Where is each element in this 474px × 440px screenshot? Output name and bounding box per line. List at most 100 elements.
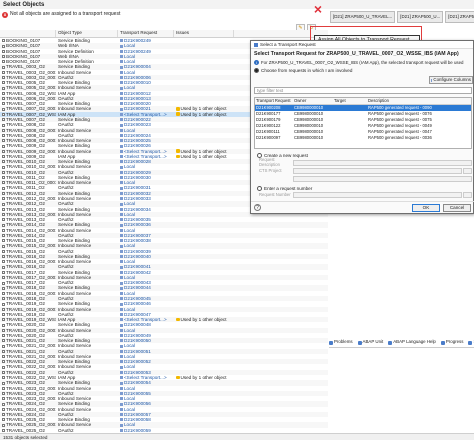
row-checkbox[interactable] [2, 144, 5, 148]
transport-request[interactable]: Local [124, 70, 135, 75]
row-checkbox[interactable] [2, 376, 5, 380]
row-checkbox[interactable] [2, 297, 5, 301]
transport-request[interactable]: Local [124, 43, 135, 48]
row-checkbox[interactable] [2, 149, 5, 153]
row-checkbox[interactable] [2, 270, 5, 274]
transport-request[interactable]: Local [124, 201, 135, 206]
transport-request[interactable]: Local [124, 343, 135, 348]
editor-tab[interactable]: [D21] ZRAP500_U_... [445, 11, 474, 23]
col-issues[interactable]: Issues [174, 30, 234, 37]
row-checkbox[interactable] [2, 81, 5, 85]
browse-number-button[interactable] [463, 192, 472, 198]
row-checkbox[interactable] [2, 49, 5, 53]
transport-request[interactable]: D21K900041 [124, 264, 151, 269]
configure-columns-button[interactable]: Configure Columns [429, 76, 473, 84]
transport-request[interactable]: Local [124, 422, 135, 427]
row-checkbox[interactable] [2, 165, 5, 169]
transport-request[interactable]: D21K900050 [124, 338, 151, 343]
row-checkbox[interactable] [2, 160, 5, 164]
view-tab[interactable]: ABAP Language Help [388, 339, 436, 345]
editor-tab[interactable]: [D21] ZRAP500_U_TRAVEL... [330, 11, 396, 23]
transport-request[interactable]: D21K900031 [124, 185, 151, 190]
transport-request[interactable]: D21K900053 [124, 370, 151, 375]
row-checkbox[interactable] [2, 39, 5, 43]
transport-request[interactable]: Local [124, 59, 135, 64]
row-checkbox[interactable] [2, 413, 5, 417]
row-checkbox[interactable] [2, 365, 5, 369]
row-checkbox[interactable] [2, 65, 5, 69]
row-checkbox[interactable] [2, 239, 5, 243]
row-checkbox[interactable] [2, 128, 5, 132]
transport-request[interactable]: D21K900048 [124, 322, 151, 327]
transport-request[interactable]: D21K900004 [124, 64, 151, 69]
transport-request[interactable]: D21K900013 [124, 96, 151, 101]
option-choose-request[interactable]: Choose from requests in which I am invol… [251, 67, 473, 74]
close-icon[interactable]: × [312, 2, 324, 16]
transport-request[interactable]: Local [124, 275, 135, 280]
transport-request[interactable]: D21K900026 [124, 143, 151, 148]
transport-request[interactable]: D21K900029 [124, 170, 151, 175]
transport-request[interactable]: D21K900057 [124, 412, 151, 417]
row-checkbox[interactable] [2, 139, 5, 143]
row-checkbox[interactable] [2, 360, 5, 364]
row-checkbox[interactable] [2, 170, 5, 174]
transport-request[interactable]: <Select Transport...> [124, 112, 167, 117]
transport-request[interactable]: D21K900022 [124, 117, 151, 122]
row-checkbox[interactable] [2, 334, 5, 338]
col-object-type[interactable]: Object Type [56, 30, 118, 37]
row-checkbox[interactable] [2, 228, 5, 232]
transport-request[interactable]: D21K900039 [124, 249, 151, 254]
transport-request[interactable]: D21K900046 [124, 301, 151, 306]
row-checkbox[interactable] [2, 328, 5, 332]
request-row[interactable]: D21K900097 CB9980000010 RAP500 generated r… [255, 135, 471, 141]
transport-request[interactable]: Local [124, 85, 135, 90]
transport-request[interactable]: Local [124, 364, 135, 369]
row-checkbox[interactable] [2, 392, 5, 396]
transport-request[interactable]: D21K900040 [124, 254, 151, 259]
row-checkbox[interactable] [2, 91, 5, 95]
col-name[interactable] [0, 30, 56, 37]
transport-request[interactable]: D21K900028 [124, 159, 151, 164]
row-checkbox[interactable] [2, 249, 5, 253]
transport-request[interactable]: D21K900038 [124, 238, 151, 243]
row-checkbox[interactable] [2, 107, 5, 111]
row-checkbox[interactable] [2, 286, 5, 290]
transport-request[interactable]: D21K900037 [124, 233, 151, 238]
row-checkbox[interactable] [2, 349, 5, 353]
row-checkbox[interactable] [2, 307, 5, 311]
editor-tab[interactable]: [D21] ZRAP500_U... [397, 11, 444, 23]
row-checkbox[interactable] [2, 244, 5, 248]
ok-button[interactable]: OK [412, 203, 440, 212]
row-checkbox[interactable] [2, 191, 5, 195]
row-checkbox[interactable] [2, 207, 5, 211]
row-checkbox[interactable] [2, 181, 5, 185]
row-checkbox[interactable] [2, 223, 5, 227]
row-checkbox[interactable] [2, 76, 5, 80]
row-checkbox[interactable] [2, 292, 5, 296]
row-checkbox[interactable] [2, 218, 5, 222]
row-checkbox[interactable] [2, 302, 5, 306]
transport-request[interactable]: Local [124, 328, 135, 333]
help-icon[interactable]: ? [254, 204, 261, 211]
row-checkbox[interactable] [2, 134, 5, 138]
transport-request[interactable]: Local [124, 180, 135, 185]
transport-request[interactable]: Local [124, 307, 135, 312]
transport-request[interactable]: D21K900051 [124, 349, 151, 354]
transport-request[interactable]: D21K900010 [124, 80, 151, 85]
row-checkbox[interactable] [2, 397, 5, 401]
transport-request[interactable]: D21K900058 [124, 417, 151, 422]
transport-request[interactable]: D21K900055 [124, 391, 151, 396]
row-checkbox[interactable] [2, 70, 5, 74]
transport-request[interactable]: <Select Transport...> [124, 154, 167, 159]
row-checkbox[interactable] [2, 55, 5, 59]
transport-request[interactable]: D21K900030 [124, 175, 151, 180]
transport-request[interactable]: D21K900054 [124, 380, 151, 385]
row-checkbox[interactable] [2, 234, 5, 238]
row-checkbox[interactable] [2, 423, 5, 427]
row-checkbox[interactable] [2, 265, 5, 269]
row-checkbox[interactable] [2, 186, 5, 190]
col-transport-request[interactable]: Transport Request [118, 30, 174, 37]
row-checkbox[interactable] [2, 323, 5, 327]
row-checkbox[interactable] [2, 418, 5, 422]
transport-request[interactable]: D21K900249 [124, 38, 151, 43]
